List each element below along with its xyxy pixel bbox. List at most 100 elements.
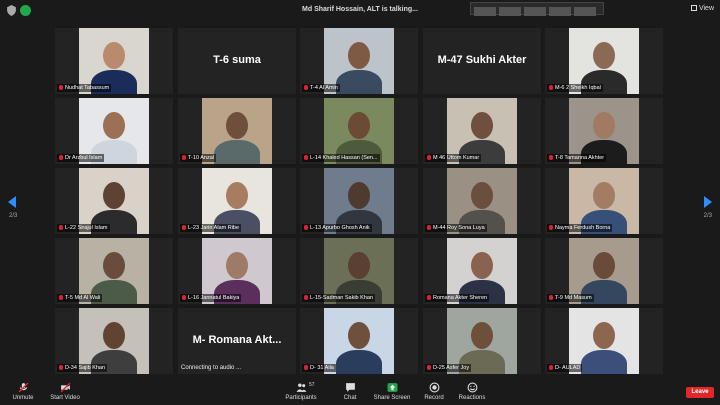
connecting-status: Connecting to audio ... <box>181 365 242 371</box>
grid-icon <box>690 5 697 11</box>
participant-name-label: D- 31 Aila <box>302 364 336 372</box>
muted-mic-icon <box>182 155 186 160</box>
participant-tile[interactable]: M 46 Uttom Kumar <box>423 98 541 164</box>
muted-mic-icon <box>549 365 553 370</box>
participant-name: T-10 Anzal <box>188 155 214 161</box>
participant-name-display: T-6 suma <box>213 54 261 66</box>
person-body <box>214 140 260 164</box>
participant-name: L-15-Sadman Sakib Khan <box>310 295 373 301</box>
participant-tile[interactable]: L-16 Jannatul Bakiya <box>178 238 296 304</box>
participant-tile[interactable]: D-25 Asfer Joy <box>423 308 541 374</box>
participant-name-label: T-10 Anzal <box>180 154 216 162</box>
participant-name-label: D-34 Sajib Khan <box>57 364 108 372</box>
muted-mic-icon <box>427 365 431 370</box>
participant-name-label: M-6 2 Sheikh Iqbal <box>547 84 603 92</box>
participant-name-label: L-16 Jannatul Bakiya <box>180 294 242 302</box>
reactions-button[interactable]: Reactions <box>457 382 487 401</box>
reactions-icon <box>467 382 477 393</box>
unmute-label: Unmute <box>12 395 34 401</box>
thumbnail[interactable] <box>524 7 546 16</box>
participant-tile[interactable]: Nudhat Tabassum <box>55 28 173 94</box>
participant-tile[interactable]: T-6 suma <box>178 28 296 94</box>
prev-page-arrow-icon[interactable] <box>8 196 16 208</box>
participant-name-label: Nudhat Tabassum <box>57 84 112 92</box>
participant-tile[interactable]: L-23 Jarin Alam Ribe <box>178 168 296 234</box>
person-head <box>593 322 615 349</box>
muted-mic-icon <box>549 85 553 90</box>
participant-tile[interactable]: Nayma Ferdush Borna <box>545 168 663 234</box>
person-head <box>348 322 370 349</box>
person-head <box>103 252 125 279</box>
muted-mic-icon <box>304 225 308 230</box>
muted-mic-icon <box>59 85 63 90</box>
participant-name: D- 31 Aila <box>310 365 334 371</box>
participant-name: T-4 Al Amin <box>310 85 338 91</box>
view-button[interactable]: View <box>690 5 714 12</box>
thumbnail[interactable] <box>474 7 496 16</box>
participant-tile[interactable]: M-47 Sukhi Akter <box>423 28 541 94</box>
participant-name: L-16 Jannatul Bakiya <box>188 295 240 301</box>
thumbnail[interactable] <box>499 7 521 16</box>
participant-tile[interactable]: L-22 Sirajul Islam <box>55 168 173 234</box>
muted-mic-icon <box>59 225 63 230</box>
participant-tile[interactable]: M- Romana Akt... Connecting to audio ... <box>178 308 296 374</box>
muted-mic-icon <box>59 365 63 370</box>
participant-tile[interactable]: Dr Arzbul Islam <box>55 98 173 164</box>
participant-tile[interactable]: T-5 Md Al Wali <box>55 238 173 304</box>
participant-name-label: L-14 Khaled Hassan (Sen... <box>302 154 380 162</box>
muted-mic-icon <box>304 85 308 90</box>
person-head <box>226 112 248 139</box>
muted-mic-icon <box>182 225 186 230</box>
next-page-arrow-icon[interactable] <box>704 196 712 208</box>
participants-icon <box>296 383 306 392</box>
chat-button[interactable]: Chat <box>340 382 360 401</box>
muted-mic-icon <box>427 295 431 300</box>
thumbnail[interactable] <box>574 7 596 16</box>
participant-tile[interactable]: T-9 Md Masum <box>545 238 663 304</box>
page-indicator-left: 2/3 <box>9 213 18 219</box>
person-head <box>348 112 370 139</box>
participant-name: T-5 Md Al Wali <box>65 295 101 301</box>
participant-tile[interactable]: M-44 Roy Sona Luya <box>423 168 541 234</box>
participant-name-label: T-9 Md Masum <box>547 294 594 302</box>
participant-tile[interactable]: M-6 2 Sheikh Iqbal <box>545 28 663 94</box>
participant-name-label: L-13 Apurbo Ghosh Anik <box>302 224 372 232</box>
participant-name-display: M- Romana Akt... <box>192 334 282 346</box>
share-screen-button[interactable]: Share Screen <box>373 382 411 401</box>
person-head <box>226 252 248 279</box>
participant-tile[interactable]: D- AULAD <box>545 308 663 374</box>
participant-tile[interactable]: D- 31 Aila <box>300 308 418 374</box>
participant-tile[interactable]: Romana Akter Sheren <box>423 238 541 304</box>
person-head <box>471 252 493 279</box>
participant-name-label: D-25 Asfer Joy <box>425 364 472 372</box>
microphone-muted-icon <box>18 382 28 393</box>
person-head <box>103 182 125 209</box>
leave-button[interactable]: Leave <box>686 387 714 398</box>
person-head <box>593 252 615 279</box>
person-head <box>348 252 370 279</box>
participant-tile[interactable]: L-13 Apurbo Ghosh Anik <box>300 168 418 234</box>
participant-tile[interactable]: D-34 Sajib Khan <box>55 308 173 374</box>
person-body <box>336 350 382 374</box>
participant-name: D-34 Sajib Khan <box>65 365 106 371</box>
participant-tile[interactable]: L-15-Sadman Sakib Khan <box>300 238 418 304</box>
participant-name: M-44 Roy Sona Luya <box>433 225 485 231</box>
participant-name: Nayma Ferdush Borna <box>555 225 611 231</box>
record-button[interactable]: Record <box>423 382 445 401</box>
participant-tile[interactable]: L-14 Khaled Hassan (Sen... <box>300 98 418 164</box>
speaker-thumbnail-strip[interactable] <box>470 2 604 16</box>
participant-tile[interactable]: T-4 Al Amin <box>300 28 418 94</box>
view-label: View <box>698 5 714 12</box>
participant-tile[interactable]: T-10 Anzal <box>178 98 296 164</box>
person-head <box>471 322 493 349</box>
participant-name: D-25 Asfer Joy <box>433 365 470 371</box>
thumbnail[interactable] <box>549 7 571 16</box>
participant-name-label: T-8 Tamanna Akhter <box>547 154 607 162</box>
participants-button[interactable]: 57 Participants <box>284 382 318 401</box>
start-video-button[interactable]: Start Video <box>48 382 82 401</box>
unmute-button[interactable]: Unmute <box>10 382 36 401</box>
participant-name: D- AULAD <box>555 365 581 371</box>
participant-tile[interactable]: T-8 Tamanna Akhter <box>545 98 663 164</box>
muted-mic-icon <box>182 295 186 300</box>
participant-name-label: L-22 Sirajul Islam <box>57 224 110 232</box>
